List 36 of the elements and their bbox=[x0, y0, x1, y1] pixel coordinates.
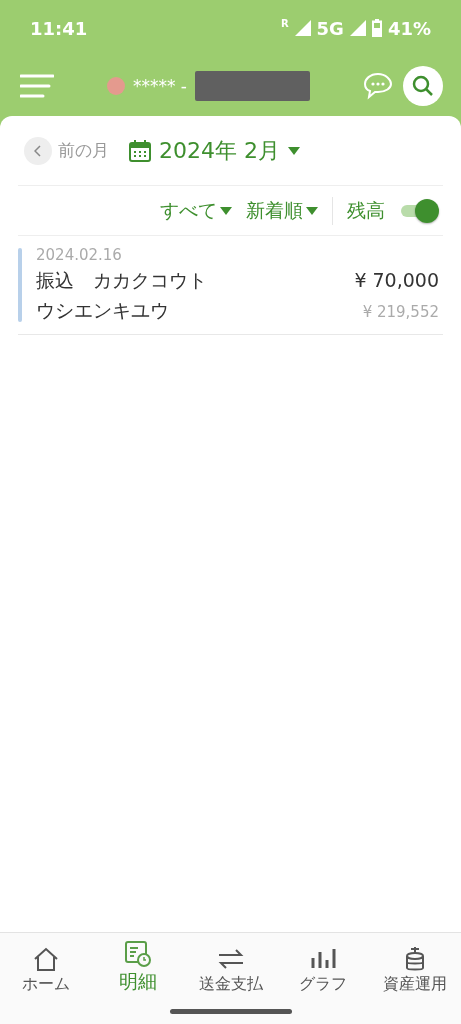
chevron-left-icon bbox=[34, 144, 42, 157]
search-button[interactable] bbox=[403, 66, 443, 106]
nav-tab[interactable]: 明細 bbox=[92, 933, 185, 995]
sort-dropdown[interactable]: 新着順 bbox=[246, 197, 318, 224]
dropdown-caret-icon bbox=[288, 146, 300, 155]
transaction-row[interactable]: 2024.02.16 振込 カカクコウト ¥ 70,000 ウシエンキユウ ¥ 219,552 bbox=[18, 236, 443, 335]
dropdown-caret-icon bbox=[306, 206, 318, 215]
nav-tab[interactable]: 資産運用 bbox=[368, 933, 461, 995]
status-time: 11:41 bbox=[30, 17, 88, 39]
balance-amount: ¥ 219,552 bbox=[362, 303, 439, 321]
signal-icon bbox=[294, 20, 311, 36]
search-icon bbox=[412, 75, 434, 97]
balance-toggle[interactable] bbox=[399, 198, 439, 223]
receipt-clock-icon bbox=[124, 941, 153, 967]
signal-icon bbox=[349, 20, 366, 36]
account-name: ***** - bbox=[132, 76, 187, 96]
calendar-icon bbox=[129, 139, 151, 162]
nav-tab[interactable]: ホーム bbox=[0, 933, 93, 995]
nav-tab[interactable]: グラフ bbox=[276, 933, 369, 995]
battery-icon bbox=[371, 19, 382, 37]
month-selector[interactable]: 2024年 2月 bbox=[121, 135, 300, 166]
nav-tab[interactable]: 送金支払 bbox=[184, 933, 277, 995]
transaction-subtitle: ウシエンキユウ bbox=[36, 298, 169, 323]
roaming-indicator: R bbox=[280, 17, 289, 29]
chat-icon[interactable] bbox=[363, 72, 393, 100]
transaction-amount: ¥ 70,000 bbox=[354, 269, 439, 291]
transaction-date: 2024.02.16 bbox=[36, 246, 123, 264]
account-avatar bbox=[106, 77, 125, 95]
menu-icon[interactable] bbox=[20, 74, 54, 98]
home-indicator[interactable] bbox=[169, 1009, 292, 1014]
network-type: 5G bbox=[316, 17, 344, 39]
balance-label: 残高 bbox=[347, 197, 385, 223]
transaction-title: 振込 カカクコウト bbox=[36, 268, 207, 293]
dropdown-caret-icon bbox=[220, 206, 232, 215]
battery-level: 41% bbox=[387, 17, 431, 39]
category-filter[interactable]: すべて bbox=[160, 197, 232, 224]
